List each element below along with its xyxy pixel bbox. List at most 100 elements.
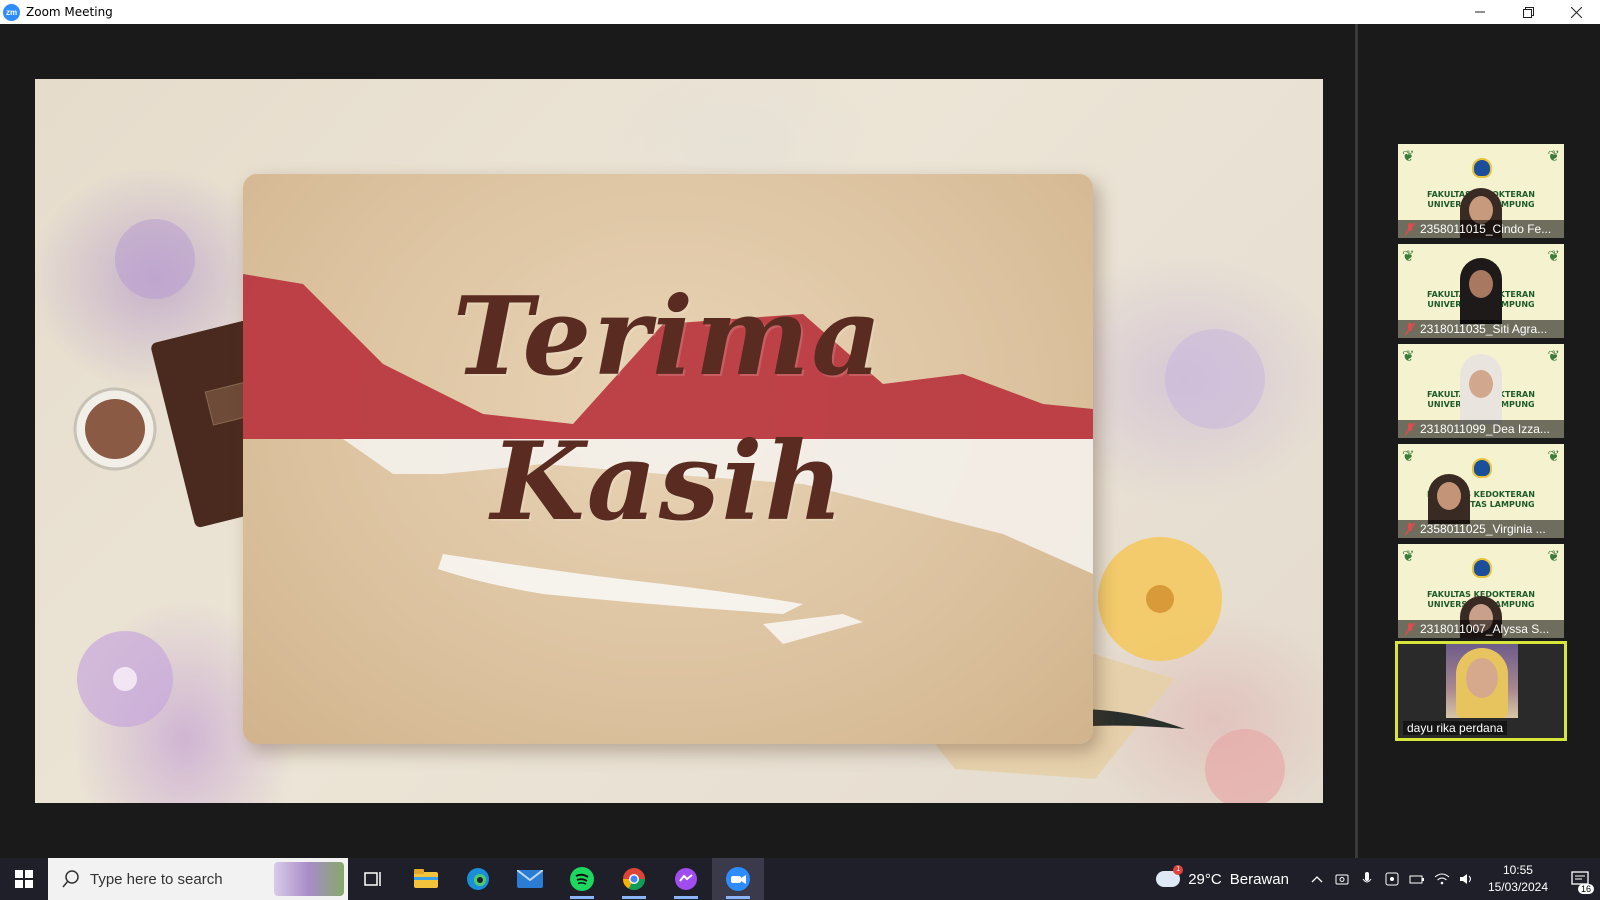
leaf-icon: ❦ (1547, 348, 1560, 365)
battery-tray-button[interactable] (1405, 858, 1430, 900)
participant-video (1460, 258, 1502, 324)
participant-video (1428, 474, 1470, 524)
flower-purple-top (115, 219, 195, 299)
mic-muted-icon (1403, 522, 1417, 536)
leaf-icon: ❦ (1402, 548, 1415, 565)
participant-tile[interactable]: ❦ ❦ FAKULTAS KEDOKTERAN UNIVERSITAS LAMP… (1398, 244, 1564, 338)
flower-lilac-right (1165, 329, 1265, 429)
weather-alert-badge: 1 (1173, 865, 1184, 875)
show-hidden-icons-button[interactable] (1305, 858, 1330, 900)
mail-icon (517, 870, 543, 888)
microphone-tray-button[interactable] (1355, 858, 1380, 900)
participant-name: 2358011015_Cindo Fe... (1420, 222, 1552, 236)
wifi-icon (1435, 873, 1450, 885)
speaker-icon (1460, 874, 1472, 884)
close-button[interactable] (1552, 0, 1600, 24)
messenger-button[interactable] (660, 858, 712, 900)
task-view-icon (364, 872, 381, 886)
camera-icon (1335, 874, 1349, 885)
windows-logo-icon (15, 870, 33, 888)
flower-yellow-center (1146, 585, 1174, 613)
notification-center-button[interactable]: 16 (1560, 858, 1600, 900)
cloud-icon: 1 (1156, 865, 1184, 887)
nusa-tenggara (763, 614, 863, 644)
clock-date: 15/03/2024 (1487, 880, 1548, 894)
chrome-icon (623, 868, 645, 890)
leaf-icon: ❦ (1402, 448, 1415, 465)
volume-tray-button[interactable] (1455, 858, 1480, 900)
leaf-icon: ❦ (1547, 248, 1560, 265)
file-explorer-icon (414, 869, 438, 888)
leaf-icon: ❦ (1547, 548, 1560, 565)
participant-tile[interactable]: ❦ ❦ FAKULTAS KEDOKTERAN UNIVERSITAS LAMP… (1398, 344, 1564, 438)
search-icon (62, 870, 79, 888)
messenger-icon (675, 868, 697, 890)
taskbar-search-box[interactable]: Type here to search (48, 858, 348, 900)
search-placeholder: Type here to search (90, 870, 223, 888)
mail-button[interactable] (504, 858, 556, 900)
zoom-app-icon: zm (3, 3, 20, 21)
participant-name-bar: dayu rika perdana (1398, 718, 1508, 738)
weather-desc: Berawan (1229, 870, 1289, 888)
coffee-foam (85, 399, 145, 459)
participant-name: 2318011099_Dea Izza... (1420, 422, 1550, 436)
participant-tile[interactable]: ❦ ❦ FAKULTAS KEDOKTERAN UNIVERSITAS LAMP… (1398, 144, 1564, 238)
edge-icon (467, 868, 489, 890)
mic-muted-icon (1403, 322, 1417, 336)
participant-name-bar: 2318011007_Alyssa S... (1398, 620, 1564, 638)
minimize-icon (1475, 11, 1485, 13)
flower-pink-bottom (1205, 729, 1285, 803)
zoom-button[interactable] (712, 858, 764, 900)
participant-name: 2358011025_Virginia ... (1420, 522, 1546, 536)
close-icon (1570, 6, 1582, 18)
zoom-tray-button[interactable] (1380, 858, 1405, 900)
spotify-button[interactable] (556, 858, 608, 900)
start-button[interactable] (0, 858, 48, 900)
camera-tray-button[interactable] (1330, 858, 1355, 900)
window-controls (1456, 0, 1600, 24)
active-speaker-tile[interactable]: dayu rika perdana (1395, 641, 1567, 741)
leaf-icon: ❦ (1547, 148, 1560, 165)
title-bar: zm Zoom Meeting (0, 0, 1600, 24)
participant-name: dayu rika perdana (1403, 721, 1508, 735)
participant-name-bar: 2358011025_Virginia ... (1398, 520, 1564, 538)
clock-time: 10:55 (1502, 863, 1533, 877)
active-speaker-video (1446, 644, 1518, 718)
participant-name-bar: 2358011015_Cindo Fe... (1398, 220, 1564, 238)
search-highlight-image (274, 862, 344, 896)
edge-button[interactable] (452, 858, 504, 900)
chrome-button[interactable] (608, 858, 660, 900)
file-explorer-button[interactable] (400, 858, 452, 900)
flower-purple-left-center (113, 667, 137, 691)
participant-name: 2318011007_Alyssa S... (1420, 622, 1550, 636)
notification-count-badge: 16 (1577, 884, 1594, 894)
window-title: Zoom Meeting (26, 5, 113, 19)
zoom-icon (726, 867, 750, 891)
participant-tile[interactable]: ❦ ❦ FAKULTAS KEDOKTERAN UNIVERSITAS LAMP… (1398, 544, 1564, 638)
minimize-button[interactable] (1456, 0, 1504, 24)
windows-taskbar: Type here to search 1 29°C Berawan 10:55… (0, 858, 1600, 900)
wifi-tray-button[interactable] (1430, 858, 1455, 900)
leaf-icon: ❦ (1402, 348, 1415, 365)
institution-line1: FAKULTAS KEDOKTERAN (1427, 490, 1535, 499)
participant-name-bar: 2318011035_Siti Agra... (1398, 320, 1564, 338)
microphone-icon (1363, 872, 1372, 883)
taskbar-clock[interactable]: 10:55 15/03/2024 (1488, 862, 1548, 896)
restore-button[interactable] (1504, 0, 1552, 24)
institution-line2: UNIVERSITAS LAMPUNG (1427, 500, 1535, 509)
participant-tile[interactable]: ❦ ❦ FAKULTAS KEDOKTERAN UNIVERSITAS LAMP… (1398, 444, 1564, 538)
chevron-up-icon (1311, 876, 1323, 883)
mic-muted-icon (1403, 622, 1417, 636)
task-view-button[interactable] (348, 858, 400, 900)
participant-name: 2318011035_Siti Agra... (1420, 322, 1548, 336)
zoom-tray-icon (1385, 872, 1399, 886)
system-tray: 1 29°C Berawan 10:55 15/03/2024 16 (1156, 858, 1600, 900)
battery-icon (1409, 875, 1425, 884)
mic-muted-icon (1403, 422, 1417, 436)
leaf-icon: ❦ (1402, 248, 1415, 265)
university-logo (1472, 558, 1492, 578)
thank-you-line1: Terima (452, 274, 884, 400)
weather-widget[interactable]: 1 29°C Berawan (1156, 865, 1289, 888)
mic-muted-icon (1403, 222, 1417, 236)
university-logo (1472, 158, 1492, 178)
